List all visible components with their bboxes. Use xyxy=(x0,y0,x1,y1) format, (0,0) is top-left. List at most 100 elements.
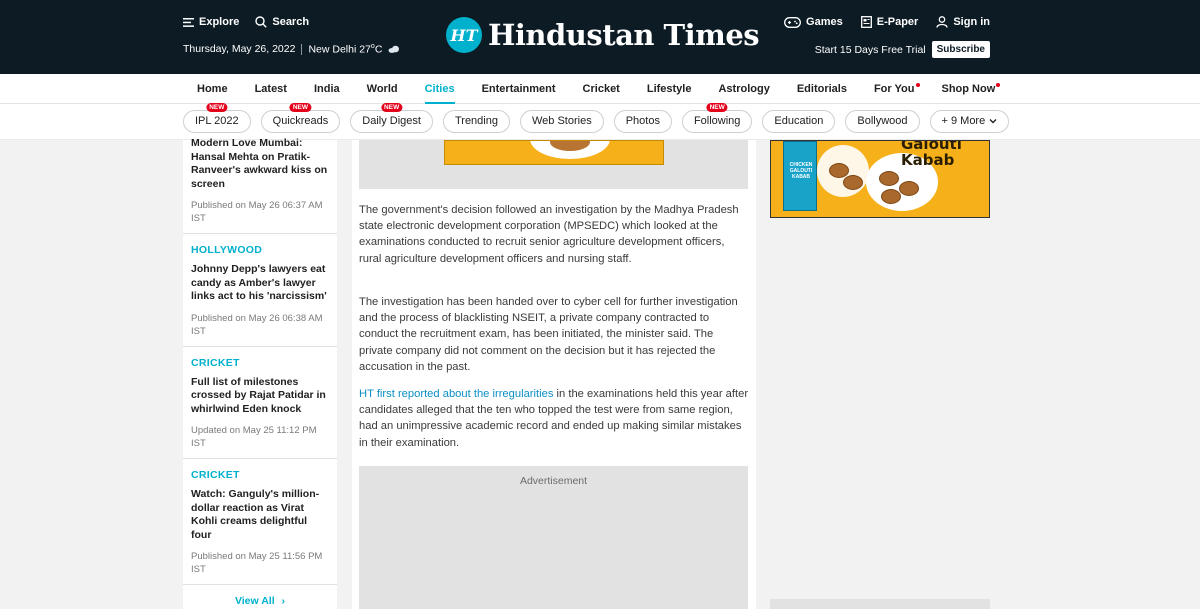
sidebar-story[interactable]: CRICKET Watch: Ganguly's million-dollar r… xyxy=(183,459,337,585)
nav-item-home[interactable]: Home xyxy=(197,74,228,104)
chip-bollywood[interactable]: Bollywood xyxy=(845,110,920,133)
chip-education[interactable]: Education xyxy=(762,110,836,133)
chip-label: Bollywood xyxy=(857,115,908,127)
main-nav: Home Latest India World Cities Entertainment C… xyxy=(0,74,1200,104)
subscribe-button[interactable]: Subscribe xyxy=(931,41,990,58)
advertisement-right-bottom[interactable] xyxy=(770,599,990,609)
product-box-text: CHICKEN GALOUTI KABAB xyxy=(789,162,813,180)
irregularities-link[interactable]: HT first reported about the irregulariti… xyxy=(359,388,553,400)
chip-label: Photos xyxy=(625,115,660,127)
kabab-graphic xyxy=(899,181,919,196)
chip-following[interactable]: Following NEW xyxy=(681,103,753,133)
nav-item-astrology[interactable]: Astrology xyxy=(718,74,769,104)
article-body: The government's decision followed an in… xyxy=(352,140,756,609)
story-date: Published on May 26 06:38 AM IST xyxy=(191,312,323,337)
story-category[interactable]: HOLLYWOOD xyxy=(191,234,329,256)
sidebar-story[interactable]: HOLLYWOOD Johnny Depp's lawyers eat candy… xyxy=(183,234,337,347)
divider xyxy=(301,43,303,55)
nav-item-world[interactable]: World xyxy=(367,74,398,104)
newspaper-icon xyxy=(860,16,872,28)
advertisement-top[interactable] xyxy=(359,140,748,189)
chip-label: Trending xyxy=(454,115,498,127)
kabab-graphic xyxy=(881,189,901,204)
weather-text: New Delhi 27oC xyxy=(308,43,383,56)
story-title[interactable]: Johnny Depp's lawyers eat candy as Amber… xyxy=(191,263,329,304)
chip-daily-digest[interactable]: Daily Digest NEW xyxy=(350,103,433,133)
chip-trending[interactable]: Trending xyxy=(442,110,510,133)
cloud-icon xyxy=(388,45,400,54)
new-badge: NEW xyxy=(706,103,728,112)
nav-item-latest[interactable]: Latest xyxy=(255,74,287,104)
ad-image xyxy=(444,140,664,165)
story-title[interactable]: Watch: Ganguly's million-dollar reaction… xyxy=(191,488,329,542)
product-box-graphic: CHICKEN GALOUTI KABAB xyxy=(783,141,817,211)
site-logo[interactable]: HT Hindustan Times xyxy=(446,17,760,53)
advertisement-label: Advertisement xyxy=(519,475,588,487)
nav-item-shop-now[interactable]: Shop Now xyxy=(942,74,1001,104)
sidebar-story-title[interactable]: Modern Love Mumbai: Hansal Mehta on Prat… xyxy=(191,137,329,191)
sidebar-story-list: HOLLYWOOD Johnny Depp's lawyers eat candy… xyxy=(183,234,337,585)
epaper-button[interactable]: E-Paper xyxy=(860,16,918,28)
nav-item-for-you[interactable]: For You xyxy=(874,74,920,104)
story-title[interactable]: Full list of milestones crossed by Rajat… xyxy=(191,376,329,417)
topic-chips-bar: IPL 2022 NEW Quickreads NEW Daily Digest NEW T… xyxy=(0,103,1200,140)
sidebar-story-partial[interactable]: Modern Love Mumbai: Hansal Mehta on Prat… xyxy=(183,137,337,234)
header-left: Explore Search Thursday, May 26, 2022 Ne… xyxy=(183,14,400,56)
advertisement-slot[interactable]: Advertisement xyxy=(359,466,748,609)
top-header: Explore Search Thursday, May 26, 2022 Ne… xyxy=(0,0,1200,74)
chip-quickreads[interactable]: Quickreads NEW xyxy=(260,103,341,133)
search-button[interactable]: Search xyxy=(255,16,309,28)
header-left-actions: Explore Search xyxy=(183,14,400,30)
new-badge: NEW xyxy=(381,103,403,112)
chip-label: Following xyxy=(693,115,741,127)
notification-dot xyxy=(996,83,1001,87)
new-badge: NEW xyxy=(289,103,312,112)
chip-photos[interactable]: Photos xyxy=(613,110,672,133)
article-paragraph-1: The government's decision followed an in… xyxy=(359,204,739,265)
notification-dot xyxy=(915,83,920,87)
topic-chips: IPL 2022 NEW Quickreads NEW Daily Digest NEW T… xyxy=(183,103,1010,133)
nav-items: Home Latest India World Cities Entertainment C… xyxy=(197,74,1022,104)
ad-headline: Galouti Kabab xyxy=(901,140,962,169)
explore-label: Explore xyxy=(199,16,240,28)
more-label: + 9 More xyxy=(941,115,986,127)
chip-web-stories[interactable]: Web Stories xyxy=(519,110,604,133)
signin-label: Sign in xyxy=(953,16,990,28)
new-badge: NEW xyxy=(206,103,228,112)
free-trial-link[interactable]: Start 15 Days Free Trial xyxy=(815,44,926,56)
chip-label: Daily Digest xyxy=(362,115,421,127)
user-icon xyxy=(936,16,948,28)
logo-mark: HT xyxy=(446,17,482,53)
kabab-graphic xyxy=(879,171,899,186)
chip-label: Education xyxy=(774,115,824,127)
article-paragraph-3: HT first reported about the irregulariti… xyxy=(359,386,749,451)
story-date: Updated on May 25 11:12 PM IST xyxy=(191,425,317,449)
menu-icon xyxy=(183,17,194,27)
more-topics-button[interactable]: + 9 More xyxy=(929,110,1010,133)
chip-ipl-2022[interactable]: IPL 2022 NEW xyxy=(183,103,251,133)
header-date-weather: Thursday, May 26, 2022 New Delhi 27oC xyxy=(183,43,400,56)
sidebar-story[interactable]: CRICKET Full list of milestones crossed b… xyxy=(183,347,337,459)
nav-item-cricket[interactable]: Cricket xyxy=(583,74,620,104)
chip-label: Web Stories xyxy=(531,115,592,127)
view-all-label: View All xyxy=(234,595,275,607)
nav-item-cities[interactable]: Cities xyxy=(424,74,455,104)
explore-button[interactable]: Explore xyxy=(183,16,239,28)
nav-item-editorials[interactable]: Editorials xyxy=(797,74,847,104)
nav-item-india[interactable]: India xyxy=(314,74,340,104)
story-date: Published on May 25 11:56 PM IST xyxy=(191,551,323,575)
left-sidebar: Modern Love Mumbai: Hansal Mehta on Prat… xyxy=(183,137,337,609)
games-button[interactable]: Games xyxy=(784,16,843,28)
advertisement-right[interactable]: CHICKEN GALOUTI KABAB Galouti Kabab xyxy=(770,140,990,218)
chevron-down-icon xyxy=(989,119,997,124)
nav-item-lifestyle[interactable]: Lifestyle xyxy=(647,74,692,104)
nav-item-entertainment[interactable]: Entertainment xyxy=(482,74,556,104)
signin-button[interactable]: Sign in xyxy=(936,16,990,28)
header-right: Games E-Paper Sign in Start 15 Days Free… xyxy=(784,14,990,58)
article-paragraph-2: The investigation has been handed over t… xyxy=(359,296,738,373)
story-category[interactable]: CRICKET xyxy=(191,459,329,481)
view-all-link[interactable]: View All › xyxy=(183,585,337,607)
chevron-right-icon: › xyxy=(281,595,286,607)
story-category[interactable]: CRICKET xyxy=(191,347,329,369)
search-icon xyxy=(255,16,268,28)
